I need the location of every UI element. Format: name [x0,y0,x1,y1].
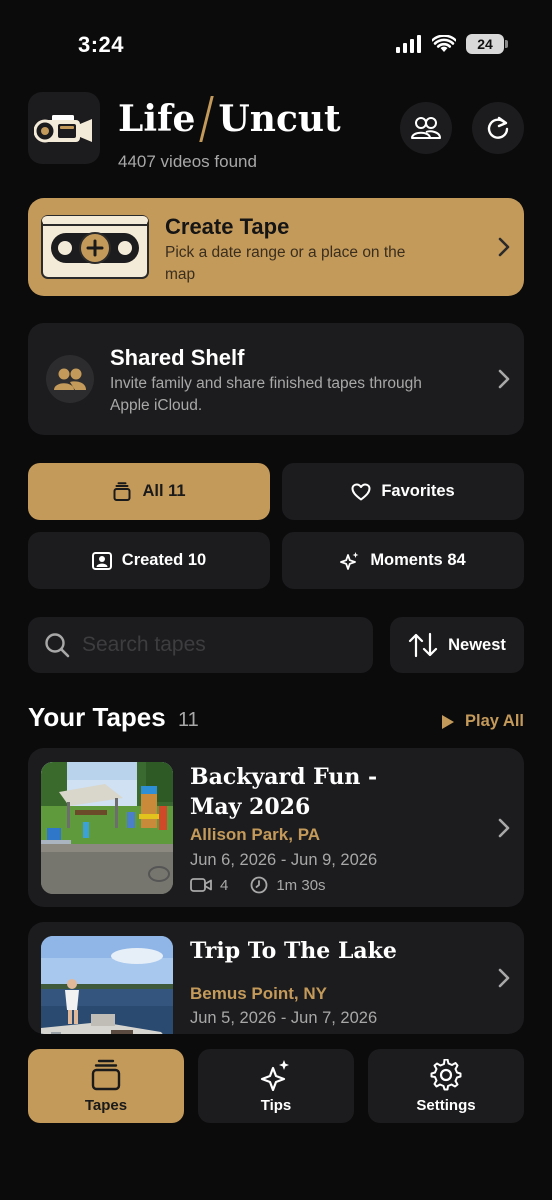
app-title-left: Life [118,98,196,140]
camcorder-icon [34,115,92,143]
clock-icon [250,876,268,894]
filter-created-label: Created 10 [121,551,207,569]
videos-count: 4407 videos found [118,152,257,171]
tape-title: Backyard Fun - May 2026 [190,764,378,820]
chevron-right-icon [498,237,510,257]
signal-icon [396,35,421,53]
battery-level: 24 [477,36,493,52]
title-divider [199,96,215,142]
shared-shelf-card[interactable]: Shared Shelf Invite family and share fin… [28,323,524,435]
stack-icon [91,1059,121,1090]
sort-arrows-icon [409,632,438,658]
search-bar [28,617,373,673]
tab-bar: Tapes Tips Settings [28,1049,524,1123]
filter-created[interactable]: Created 10 [28,532,270,589]
chevron-right-icon [498,369,510,389]
play-all-button[interactable]: Play All [441,712,524,731]
vhs-add-icon [41,215,149,279]
header: Life Uncut 4407 videos found [28,92,524,171]
tab-tapes[interactable]: Tapes [28,1049,184,1123]
tape-location: Bemus Point, NY [190,984,327,1003]
family-button[interactable] [400,102,452,154]
tape-dates: Jun 5, 2026 - Jun 7, 2026 [190,1009,378,1027]
create-tape-title: Create Tape [165,214,290,239]
tapes-count: 11 [178,709,199,731]
filter-moments[interactable]: Moments 84 [282,532,524,589]
status-icons: 24 [396,34,508,54]
refresh-button[interactable] [472,102,524,154]
tape-location: Allison Park, PA [190,825,321,844]
video-camera-icon [190,878,212,892]
refresh-icon [487,116,509,139]
search-input[interactable] [82,633,352,657]
tape-meta: 4 1m 30s [190,876,326,894]
shared-shelf-title: Shared Shelf [110,345,245,370]
tape-card[interactable]: Trip To The Lake Bemus Point, NY Jun 5, … [28,922,524,1034]
tape-title: Trip To The Lake [190,938,397,964]
sort-button[interactable]: Newest [390,617,524,673]
app-title-block: Life Uncut 4407 videos found [118,96,341,172]
wifi-icon [432,35,456,52]
shelf-avatar [46,355,94,403]
shared-shelf-description: Invite family and share finished tapes t… [110,375,422,414]
filter-favorites[interactable]: Favorites [282,463,524,520]
tape-thumbnail [41,936,173,1034]
create-tape-card[interactable]: Create Tape Pick a date range or a place… [28,198,524,296]
filter-favorites-label: Favorites [381,482,455,500]
tab-tips-label: Tips [260,1096,292,1114]
tab-tapes-label: Tapes [84,1096,128,1114]
filter-all-label: All 11 [142,482,186,500]
person-frame-icon [91,551,112,570]
sparkles-icon [340,551,359,570]
play-all-label: Play All [465,712,524,730]
tape-thumbnail [41,762,173,894]
search-icon [45,633,70,658]
app-title: Life Uncut [118,96,341,142]
app-title-right: Uncut [218,98,341,140]
sparkles-icon [260,1059,289,1091]
app-logo [28,92,100,164]
sort-label: Newest [448,635,506,654]
create-tape-description: Pick a date range or a place on the map [165,244,406,283]
section-title: Your Tapes [28,702,166,732]
filter-moments-label: Moments 84 [370,551,466,569]
chevron-right-icon [498,968,510,988]
status-time: 3:24 [78,32,125,57]
tab-tips[interactable]: Tips [198,1049,354,1123]
tape-duration: 1m 30s [276,876,326,894]
tab-settings[interactable]: Settings [368,1049,524,1123]
chevron-right-icon [498,818,510,837]
your-tapes-header: Your Tapes 11 Play All [28,702,524,738]
stack-icon [113,481,131,501]
play-icon [442,714,454,729]
heart-icon [351,483,371,500]
people-fill-icon [54,368,86,390]
battery-icon: 24 [466,34,508,54]
tape-dates: Jun 6, 2026 - Jun 9, 2026 [190,851,378,869]
status-bar: 3:24 24 [0,0,552,90]
gear-icon [430,1058,462,1090]
people-icon [411,117,441,139]
filter-all[interactable]: All 11 [28,463,270,520]
tape-clip-count: 4 [220,876,229,894]
tab-settings-label: Settings [416,1096,476,1114]
tape-card[interactable]: Backyard Fun - May 2026 Allison Park, PA… [28,748,524,907]
